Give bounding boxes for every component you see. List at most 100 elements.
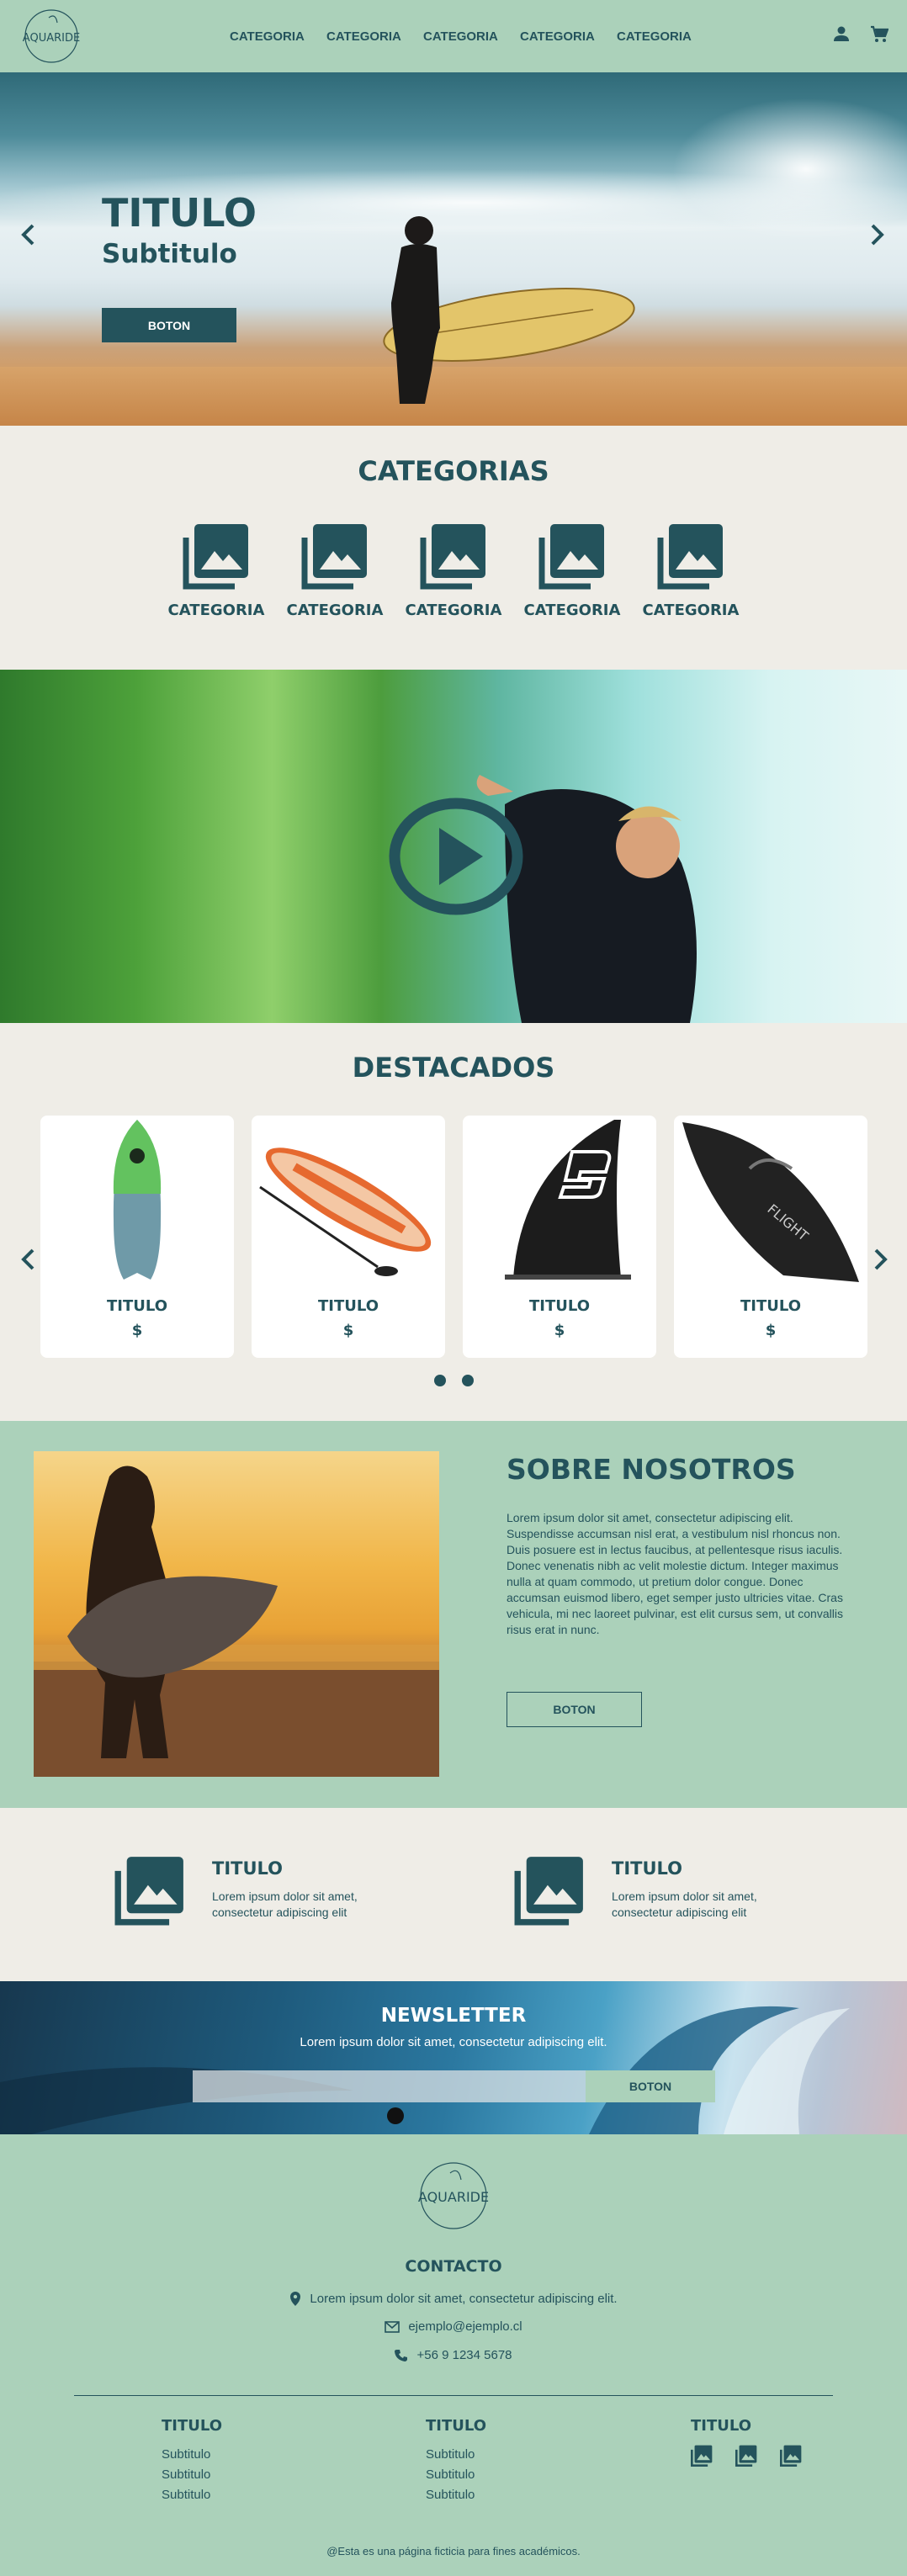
- product-card[interactable]: FLIGHT TITULO $: [674, 1116, 867, 1358]
- contact-title: CONTACTO: [405, 2257, 502, 2276]
- footer-column: TITULO: [691, 2417, 802, 2467]
- about-image: [34, 1451, 439, 1777]
- image-gallery-icon: [114, 1857, 183, 1926]
- category-item[interactable]: CATEGORIA: [513, 522, 632, 619]
- chevron-left-icon[interactable]: [20, 217, 35, 255]
- product-carousel: TITULO $ TITULO $ TITULO $ FLIGHT TITULO…: [40, 1116, 867, 1358]
- product-price: $: [131, 1322, 143, 1339]
- nav-item-4[interactable]: CATEGORIA: [520, 29, 617, 44]
- footer-column-title: TITULO: [162, 2417, 222, 2435]
- footer-link[interactable]: Subtitulo: [162, 2485, 222, 2505]
- hero-button[interactable]: BOTON: [102, 308, 236, 342]
- main-nav: CATEGORIA CATEGORIA CATEGORIA CATEGORIA …: [230, 0, 713, 72]
- footer-link[interactable]: Subtitulo: [426, 2445, 486, 2465]
- about-button[interactable]: BOTON: [507, 1692, 642, 1727]
- image-gallery-icon[interactable]: [780, 2445, 802, 2467]
- info-title: TITULO: [612, 1858, 682, 1879]
- contact-email-text[interactable]: ejemplo@ejemplo.cl: [408, 2319, 522, 2334]
- header-actions: [833, 25, 889, 48]
- footer-column-title: TITULO: [691, 2417, 751, 2435]
- categories-title: CATEGORIAS: [358, 455, 549, 487]
- chevron-left-icon[interactable]: [20, 1242, 35, 1280]
- site-footer: AQUARIDE CONTACTO Lorem ipsum dolor sit …: [0, 2134, 907, 2576]
- image-gallery-icon[interactable]: [691, 2445, 713, 2467]
- contact-email: ejemplo@ejemplo.cl: [0, 2319, 907, 2334]
- category-item[interactable]: CATEGORIA: [276, 522, 395, 619]
- cart-icon[interactable]: [870, 25, 889, 48]
- video-section: [0, 670, 907, 1023]
- footer-link[interactable]: Subtitulo: [162, 2445, 222, 2465]
- product-card[interactable]: TITULO $: [40, 1116, 234, 1358]
- featured-section: DESTACADOS TITULO $ TITULO $ TITULO $ FL…: [0, 1023, 907, 1421]
- product-image: [252, 1116, 445, 1284]
- footer-logo-text: AQUARIDE: [418, 2189, 489, 2205]
- location-pin-icon: [290, 2292, 301, 2306]
- info-section: TITULO Lorem ipsum dolor sit amet, conse…: [0, 1808, 907, 1981]
- category-item[interactable]: CATEGORIA: [395, 522, 513, 619]
- newsletter-email-input[interactable]: [193, 2070, 586, 2102]
- info-text: Lorem ipsum dolor sit amet, consectetur …: [212, 1890, 358, 1919]
- nav-item-3[interactable]: CATEGORIA: [423, 29, 520, 44]
- footer-link[interactable]: Subtitulo: [426, 2465, 486, 2485]
- contact-address: Lorem ipsum dolor sit amet, consectetur …: [0, 2291, 907, 2306]
- category-label: CATEGORIA: [405, 602, 502, 619]
- product-title: TITULO: [107, 1297, 167, 1315]
- product-title: TITULO: [529, 1297, 590, 1315]
- newsletter-title: NEWSLETTER: [380, 2005, 527, 2027]
- footer-column-title: TITULO: [426, 2417, 486, 2435]
- hero-subtitle: Subtitulo: [102, 239, 237, 269]
- carousel-dot[interactable]: [461, 1375, 474, 1386]
- phone-icon: [395, 2349, 408, 2361]
- newsletter-subtitle: Lorem ipsum dolor sit amet, consectetur …: [300, 2035, 607, 2049]
- newsletter-submit-button[interactable]: BOTON: [586, 2070, 715, 2102]
- footer-link[interactable]: Subtitulo: [426, 2485, 486, 2505]
- play-video-icon[interactable]: [389, 798, 523, 915]
- contact-phone-text[interactable]: +56 9 1234 5678: [416, 2348, 512, 2362]
- category-label: CATEGORIA: [523, 602, 621, 619]
- footer-column: TITULO Subtitulo Subtitulo Subtitulo: [426, 2417, 486, 2505]
- copyright-text: @Esta es una página ficticia para fines …: [326, 2545, 581, 2557]
- nav-item-2[interactable]: CATEGORIA: [326, 29, 423, 44]
- nav-item-5[interactable]: CATEGORIA: [617, 29, 713, 44]
- info-text: Lorem ipsum dolor sit amet, consectetur …: [612, 1890, 757, 1919]
- logo[interactable]: AQUARIDE: [19, 6, 84, 66]
- logo-text: AQUARIDE: [23, 32, 80, 45]
- chevron-right-icon[interactable]: [870, 217, 885, 255]
- mail-icon: [385, 2320, 400, 2333]
- product-title: TITULO: [740, 1297, 801, 1315]
- info-block: TITULO Lorem ipsum dolor sit amet, conse…: [114, 1855, 397, 1926]
- featured-title: DESTACADOS: [352, 1052, 555, 1084]
- categories-list: CATEGORIA CATEGORIA CATEGORIA CATEGORIA …: [0, 522, 907, 619]
- product-price: $: [554, 1322, 565, 1339]
- footer-divider: [74, 2395, 833, 2396]
- nav-item-1[interactable]: CATEGORIA: [230, 29, 326, 44]
- category-label: CATEGORIA: [167, 602, 265, 619]
- newsletter-section: NEWSLETTER Lorem ipsum dolor sit amet, c…: [0, 1981, 907, 2134]
- contact-phone: +56 9 1234 5678: [0, 2348, 907, 2362]
- about-title: SOBRE NOSOTROS: [507, 1453, 796, 1486]
- user-icon[interactable]: [833, 25, 850, 48]
- product-price: $: [765, 1322, 777, 1339]
- image-gallery-icon: [657, 524, 723, 590]
- image-gallery-icon: [514, 1857, 583, 1926]
- hero-surfer-image: [383, 216, 635, 404]
- footer-logo[interactable]: AQUARIDE: [413, 2160, 494, 2236]
- product-card[interactable]: TITULO $: [252, 1116, 445, 1358]
- chevron-right-icon[interactable]: [873, 1242, 888, 1280]
- carousel-dot[interactable]: [433, 1375, 446, 1386]
- category-item[interactable]: CATEGORIA: [632, 522, 751, 619]
- about-text: Lorem ipsum dolor sit amet, consectetur …: [507, 1511, 843, 1636]
- footer-link[interactable]: Subtitulo: [162, 2465, 222, 2485]
- categories-section: CATEGORIAS CATEGORIA CATEGORIA CATEGORIA…: [0, 426, 907, 670]
- carousel-pagination: [0, 1375, 907, 1386]
- category-item[interactable]: CATEGORIA: [157, 522, 276, 619]
- product-card[interactable]: TITULO $: [463, 1116, 656, 1358]
- product-image: [40, 1116, 234, 1284]
- social-links: [691, 2445, 802, 2467]
- image-gallery-icon[interactable]: [735, 2445, 757, 2467]
- image-gallery-icon: [183, 524, 248, 590]
- footer-column: TITULO Subtitulo Subtitulo Subtitulo: [162, 2417, 222, 2505]
- about-section: SOBRE NOSOTROS Lorem ipsum dolor sit ame…: [0, 1421, 907, 1808]
- contact-address-text: Lorem ipsum dolor sit amet, consectetur …: [310, 2291, 618, 2306]
- product-title: TITULO: [318, 1297, 379, 1315]
